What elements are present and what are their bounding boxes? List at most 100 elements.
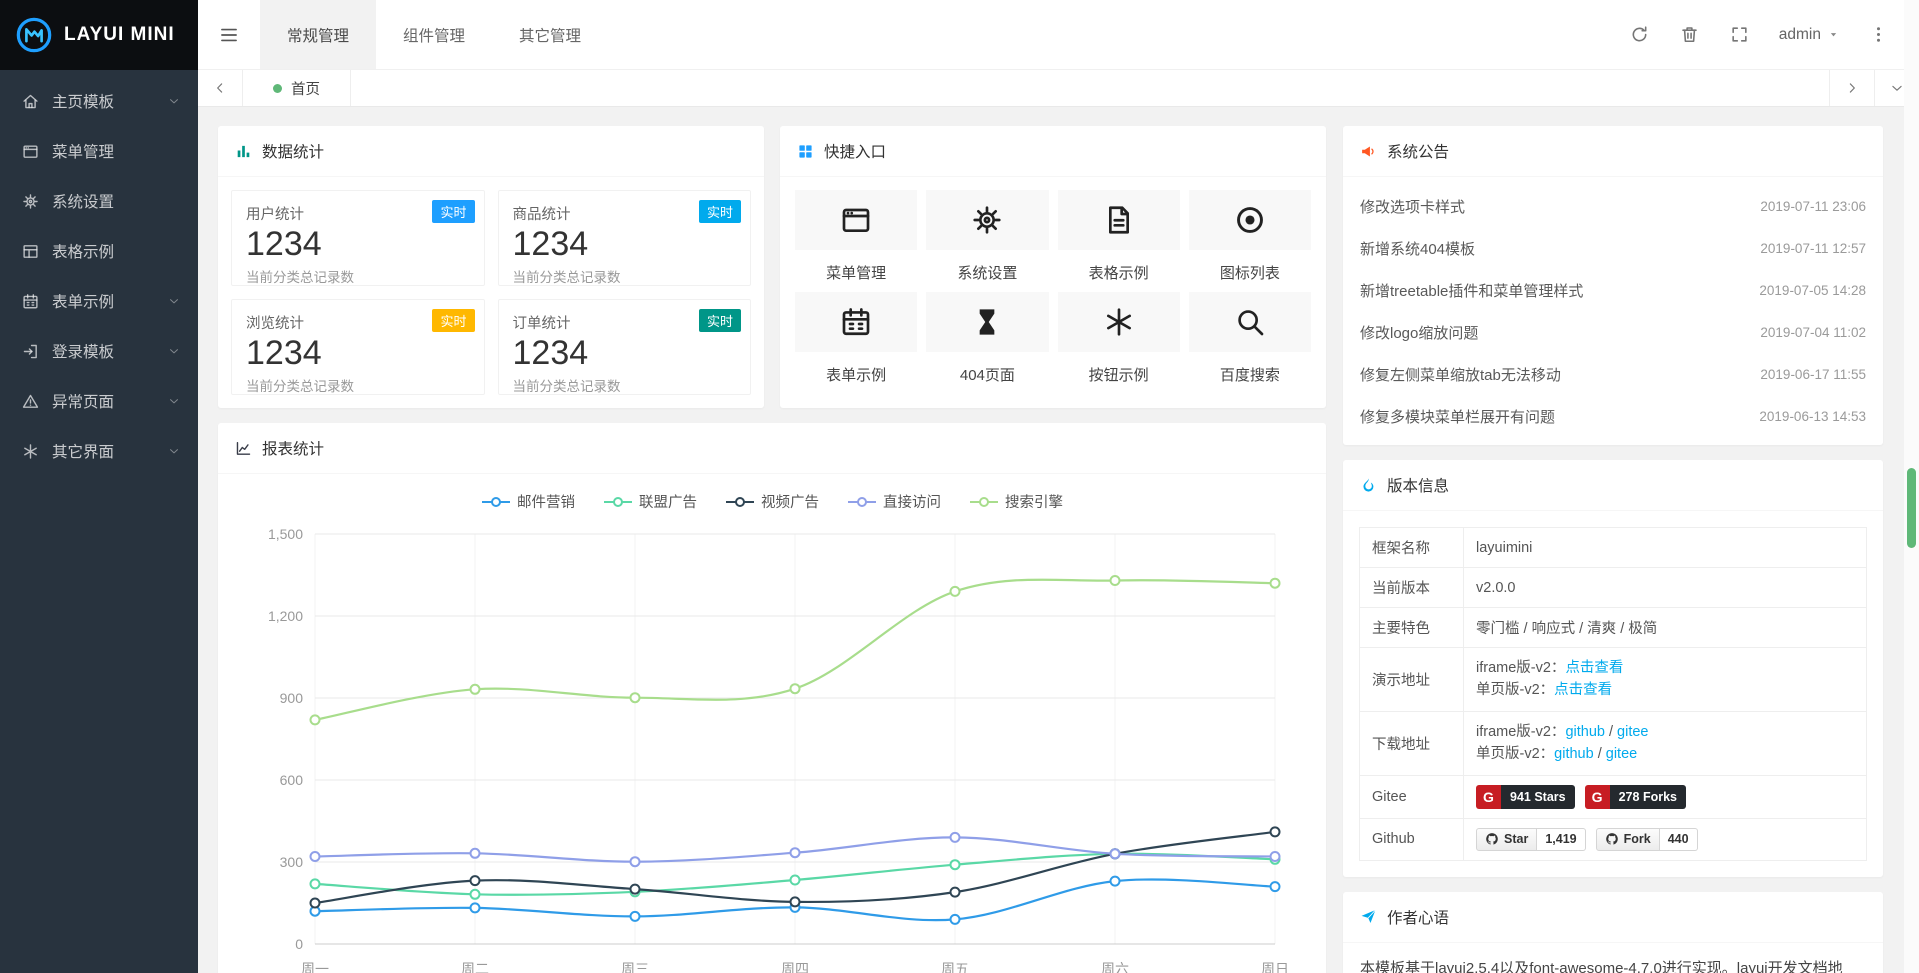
sidebar-item-home-template[interactable]: 主页模板 [0, 76, 198, 126]
more-menu-icon[interactable] [1853, 0, 1903, 69]
gitee-badge[interactable]: G278 Forks [1585, 785, 1686, 809]
table-icon [22, 243, 39, 260]
hourglass-icon [926, 292, 1048, 352]
stat-caption: 当前分类总记录数 [513, 375, 737, 395]
notice-date: 2019-06-17 11:55 [1760, 367, 1866, 382]
link-gitee[interactable]: gitee [1606, 746, 1637, 762]
legend-item-email-marketing[interactable]: 邮件营销 [481, 491, 575, 512]
grid-icon [797, 143, 814, 160]
gitee-badge[interactable]: G941 Stars [1476, 785, 1575, 809]
sidebar-item-system-setting[interactable]: 系统设置 [0, 176, 198, 226]
github-badge[interactable]: Star1,419 [1476, 828, 1586, 851]
sidebar-item-menu-manage[interactable]: 菜单管理 [0, 126, 198, 176]
card-title: 版本信息 [1387, 474, 1449, 496]
legend-marker-icon [481, 496, 511, 508]
link-点击查看[interactable]: 点击查看 [1554, 682, 1612, 698]
stat-box-users: 用户统计1234当前分类总记录数实时 [231, 190, 485, 286]
legend-item-search-engine[interactable]: 搜索引擎 [969, 491, 1063, 512]
github-badge[interactable]: Fork440 [1596, 828, 1698, 851]
stat-caption: 当前分类总记录数 [513, 266, 737, 286]
version-label: 当前版本 [1360, 568, 1464, 608]
quick-entry-menu-manage[interactable]: 菜单管理 [795, 190, 917, 283]
card-title: 数据统计 [262, 140, 324, 162]
sidebar-item-label: 系统设置 [52, 190, 180, 212]
sidebar-item-table-demo[interactable]: 表格示例 [0, 226, 198, 276]
quick-entry-label: 表单示例 [795, 364, 917, 385]
version-value: 零门槛 / 响应式 / 清爽 / 极简 [1476, 621, 1657, 637]
bullhorn-icon [1360, 143, 1377, 160]
quick-entry-system-setting[interactable]: 系统设置 [926, 190, 1048, 283]
topbar-tab-general-manage[interactable]: 常规管理 [260, 0, 376, 69]
version-label: Gitee [1360, 775, 1464, 818]
topbar-tab-other-manage[interactable]: 其它管理 [492, 0, 608, 69]
chart-legend: 邮件营销 联盟广告 视频广告 直接访问 搜索引擎 [235, 482, 1309, 516]
tab-home[interactable]: 首页 [243, 70, 351, 106]
author-line1: 本模板基于layui2.5.4以及font-awesome-4.7.0进行实现。… [1360, 960, 1843, 973]
quick-entry-table-demo[interactable]: 表格示例 [1058, 190, 1180, 283]
version-table: 框架名称layuimini当前版本v2.0.0主要特色零门槛 / 响应式 / 清… [1359, 527, 1867, 861]
caret-down-icon [1828, 29, 1839, 40]
link-gitee[interactable]: gitee [1617, 724, 1648, 740]
svg-text:周五: 周五 [941, 961, 969, 973]
quick-entry-baidu-search[interactable]: 百度搜索 [1189, 292, 1311, 385]
clear-cache-icon[interactable] [1665, 0, 1715, 69]
quick-entry-icon-list[interactable]: 图标列表 [1189, 190, 1311, 283]
version-row: 主要特色零门槛 / 响应式 / 清爽 / 极简 [1360, 608, 1867, 648]
gitee-badge-label: 941 Stars [1501, 785, 1575, 809]
link-点击查看[interactable]: 点击查看 [1565, 660, 1623, 676]
quick-entry-label: 表格示例 [1058, 262, 1180, 283]
link-github[interactable]: github [1565, 724, 1605, 740]
error-page-icon [22, 393, 39, 410]
quick-entry-page-404[interactable]: 404页面 [926, 292, 1048, 385]
fullscreen-icon[interactable] [1715, 0, 1765, 69]
version-body: 框架名称layuimini当前版本v2.0.0主要特色零门槛 / 响应式 / 清… [1343, 511, 1883, 877]
tabs-scroll-right-icon[interactable] [1829, 70, 1874, 106]
app-root: LAYUI MINI 主页模板菜单管理系统设置表格示例表单示例登录模板异常页面其… [0, 0, 1919, 973]
version-value-cell: iframe版-v2：点击查看单页版-v2：点击查看 [1464, 648, 1867, 712]
sidebar-item-other-ui[interactable]: 其它界面 [0, 426, 198, 476]
legend-item-union-ads[interactable]: 联盟广告 [603, 491, 697, 512]
realtime-badge: 实时 [432, 200, 474, 223]
svg-text:900: 900 [280, 690, 304, 706]
sidebar-item-form-demo[interactable]: 表单示例 [0, 276, 198, 326]
brand-name: LAYUI MINI [64, 24, 175, 46]
legend-marker-icon [847, 496, 877, 508]
quick-entry-label: 按钮示例 [1058, 364, 1180, 385]
user-menu[interactable]: admin [1765, 0, 1853, 69]
refresh-icon[interactable] [1615, 0, 1665, 69]
topbar-tab-component-manage[interactable]: 组件管理 [376, 0, 492, 69]
svg-text:600: 600 [280, 772, 304, 788]
page-scrollbar[interactable] [1904, 0, 1919, 973]
quick-entry-label: 404页面 [926, 364, 1048, 385]
quick-entry-label: 图标列表 [1189, 262, 1311, 283]
chevron-down-icon [168, 95, 180, 107]
svg-text:周三: 周三 [621, 961, 649, 973]
svg-text:1,500: 1,500 [268, 526, 303, 542]
version-value-cell: 零门槛 / 响应式 / 清爽 / 极简 [1464, 608, 1867, 648]
sidebar-item-error-pages[interactable]: 异常页面 [0, 376, 198, 426]
collapse-sidebar-icon[interactable] [198, 0, 260, 69]
sidebar-item-login-template[interactable]: 登录模板 [0, 326, 198, 376]
notice-item: 修复左侧菜单缩放tab无法移动2019-06-17 11:55 [1360, 353, 1866, 395]
quick-entry-form-demo[interactable]: 表单示例 [795, 292, 917, 385]
tabs-scroll-left-icon[interactable] [198, 70, 243, 106]
legend-marker-icon [969, 496, 999, 508]
scrollbar-thumb[interactable] [1907, 468, 1916, 548]
quick-entry-button-demo[interactable]: 按钮示例 [1058, 292, 1180, 385]
notice-text: 新增系统404模板 [1360, 238, 1475, 259]
github-icon [1605, 832, 1619, 846]
quick-entry-label: 系统设置 [926, 262, 1048, 283]
quick-entry-card: 快捷入口 菜单管理系统设置表格示例图标列表表单示例404页面按钮示例百度搜索 [780, 126, 1326, 408]
link-github[interactable]: github [1554, 746, 1594, 762]
report-card-header: 报表统计 [218, 423, 1326, 474]
username: admin [1779, 26, 1821, 44]
main-area: 常规管理组件管理其它管理 admin 首页 [198, 0, 1919, 973]
sidebar-item-label: 登录模板 [52, 340, 168, 362]
legend-item-video-ads[interactable]: 视频广告 [725, 491, 819, 512]
tabstrip: 首页 [198, 70, 1919, 107]
legend-item-direct-visit[interactable]: 直接访问 [847, 491, 941, 512]
version-label: 主要特色 [1360, 608, 1464, 648]
chevron-down-icon [168, 395, 180, 407]
stat-value: 1234 [513, 334, 737, 373]
brand-logo[interactable]: LAYUI MINI [0, 0, 198, 70]
